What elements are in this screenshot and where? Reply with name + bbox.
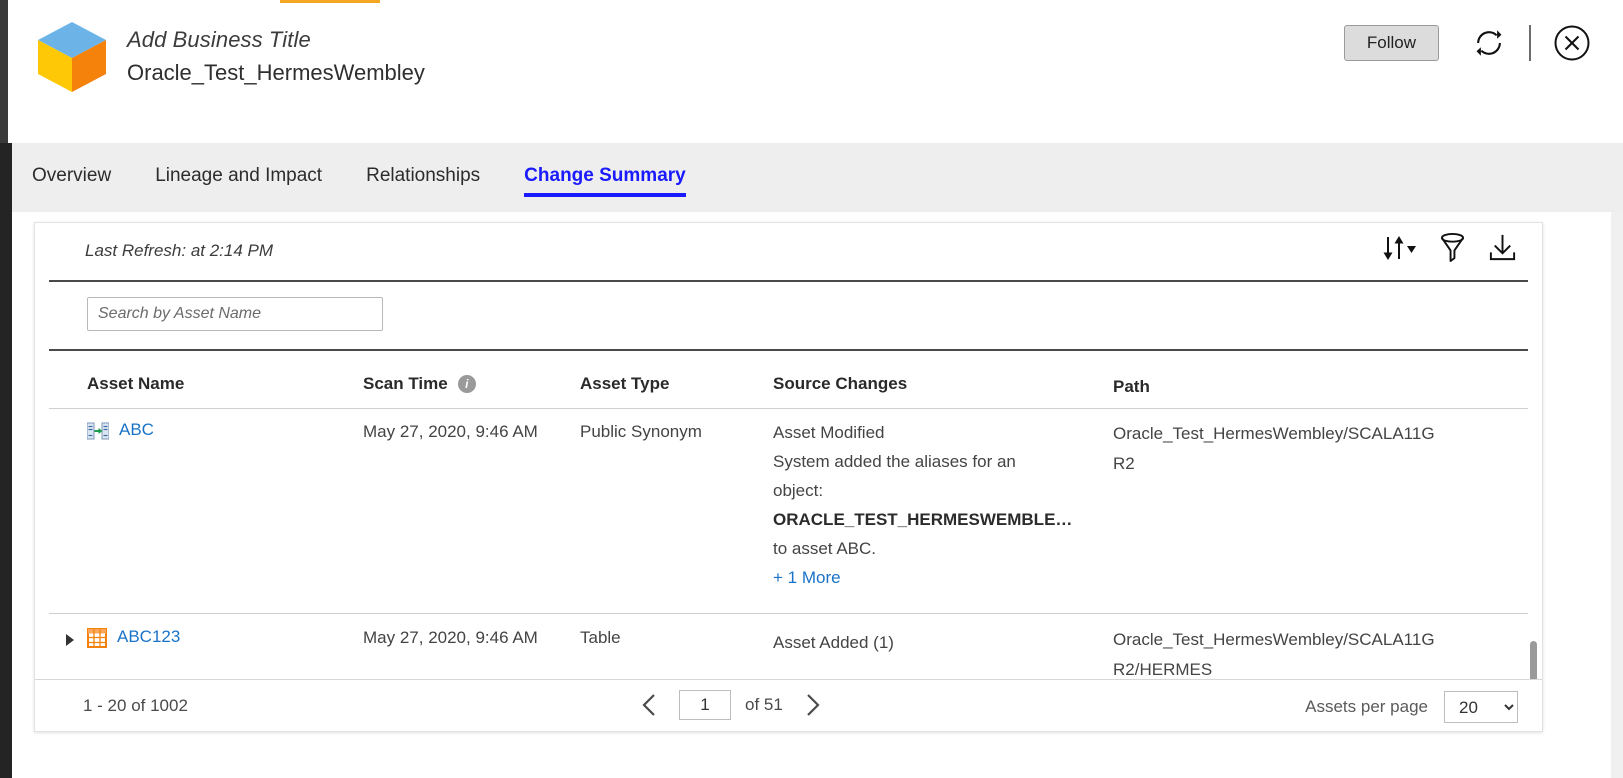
path-line-1: Oracle_Test_HermesWembley/SCALA11G [1113,630,1435,649]
header-divider [1529,25,1531,61]
source-change-line1: System added the aliases for an [773,452,1016,471]
page-number-input[interactable] [679,690,731,720]
cell-path: Oracle_Test_HermesWembley/SCALA11G R2/HE… [1113,625,1443,679]
tab-relationships[interactable]: Relationships [366,165,480,197]
download-icon[interactable] [1487,232,1518,263]
path-line-2: R2/HERMES [1113,660,1213,679]
refresh-icon[interactable] [1471,25,1507,61]
header-title-group: Add Business Title Oracle_Test_HermesWem… [127,27,425,86]
chevron-right-icon[interactable] [63,633,77,647]
page-bottom-strip [12,750,1611,778]
cell-scan-time: May 27, 2020, 9:46 AM [363,628,538,647]
source-change-line2: object: [773,481,824,500]
tab-overview[interactable]: Overview [32,165,111,197]
tab-lineage-and-impact[interactable]: Lineage and Impact [155,165,322,197]
chevron-left-icon[interactable] [635,688,665,722]
tab-bar: Overview Lineage and Impact Relationship… [12,143,1623,212]
cell-path: Oracle_Test_HermesWembley/SCALA11G R2 [1113,419,1443,479]
filter-funnel-icon[interactable] [1438,232,1467,263]
change-summary-table: Asset Name Scan Time i Asset Type Source… [35,351,1542,679]
column-header-source-changes[interactable]: Source Changes [773,374,907,394]
source-change-title: Asset Added (1) [773,633,894,652]
table-header-row: Asset Name Scan Time i Asset Type Source… [35,351,1542,410]
panel-toolbar: Last Refresh: at 2:14 PM [35,223,1542,282]
asset-name-link[interactable]: ABC123 [117,627,180,647]
page-title: Oracle_Test_HermesWembley [127,60,425,85]
total-pages-label: of 51 [745,695,783,714]
pagination-footer: 1 - 20 of 1002 of 51 [35,679,1542,731]
pager: of 51 [635,688,827,722]
table-row[interactable]: ABC May 27, 2020, 9:46 AM Public Synonym… [35,410,1542,616]
right-gutter [1611,143,1623,778]
page-header: Add Business Title Oracle_Test_HermesWem… [12,3,1623,143]
public-synonym-icon [86,422,110,440]
left-rail-upper [0,0,8,143]
tab-change-summary[interactable]: Change Summary [524,165,686,197]
source-change-object: ORACLE_TEST_HERMESWEMBLE… [773,510,1073,529]
cell-source-changes: Asset Added (1) [773,628,1063,657]
close-circle-icon[interactable] [1553,24,1591,62]
asset-details-page: Add Business Title Oracle_Test_HermesWem… [0,0,1623,778]
table-row[interactable]: ABC123 May 27, 2020, 9:46 AM Table Asset… [35,616,1542,679]
source-change-line3: to asset ABC. [773,539,876,558]
path-line-1: Oracle_Test_HermesWembley/SCALA11G [1113,424,1435,443]
cell-scan-time: May 27, 2020, 9:46 AM [363,422,538,441]
cell-asset-type: Public Synonym [580,422,702,441]
column-header-scan-time[interactable]: Scan Time i [363,374,476,394]
per-page-select[interactable]: 2050100 [1444,691,1518,723]
column-header-asset-name[interactable]: Asset Name [87,374,184,394]
asset-name-link[interactable]: ABC [119,420,154,440]
change-summary-panel: Last Refresh: at 2:14 PM Search by Asset… [34,222,1543,732]
header-actions: Follow [1343,19,1603,67]
follow-button[interactable]: Follow [1343,24,1439,62]
search-row [35,282,1542,338]
column-header-path[interactable]: Path [1113,377,1150,397]
info-icon[interactable]: i [457,375,476,393]
chevron-right-icon[interactable] [797,688,827,722]
left-rail-lower [0,143,12,778]
table-grid-icon [87,628,107,648]
source-change-title: Asset Modified [773,423,885,442]
cell-asset-name: ABC [86,420,154,440]
business-title[interactable]: Add Business Title [127,27,425,53]
column-header-asset-type[interactable]: Asset Type [580,374,669,394]
sort-arrows-icon[interactable] [1380,234,1418,262]
result-range-label: 1 - 20 of 1002 [83,696,188,715]
cell-asset-type: Table [580,628,621,647]
path-line-2: R2 [1113,454,1135,473]
search-input[interactable] [87,297,383,331]
source-change-more-link[interactable]: + 1 More [773,563,1063,592]
cell-asset-name: ABC123 [87,627,180,648]
table-scrollbar-thumb[interactable] [1530,641,1537,679]
cube-logo-icon [34,18,110,94]
column-header-scan-time-label: Scan Time [363,374,448,393]
last-refresh-label: Last Refresh: at 2:14 PM [85,241,274,260]
per-page-label: Assets per page [1305,697,1428,716]
cell-source-changes: Asset Modified System added the aliases … [773,418,1073,592]
per-page-control: Assets per page 2050100 [1305,691,1518,723]
